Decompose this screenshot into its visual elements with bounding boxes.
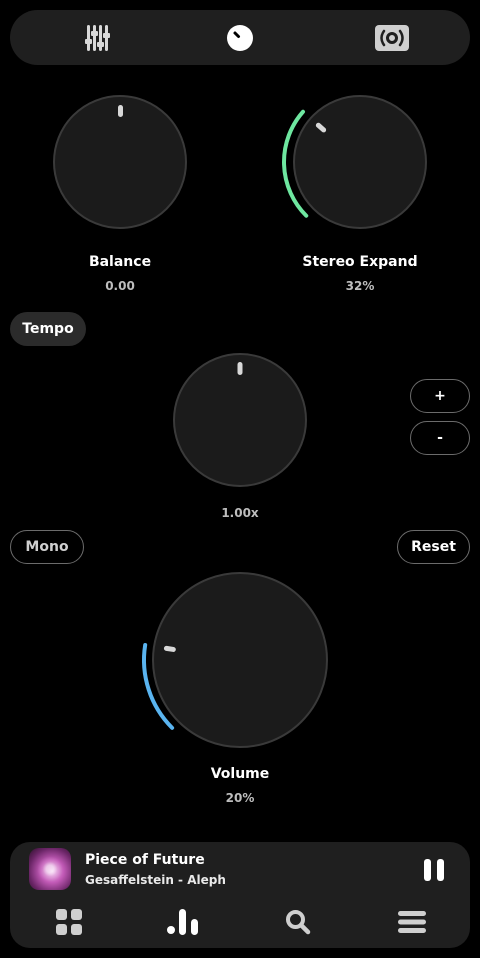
search-icon [286, 910, 311, 935]
album-art[interactable] [29, 848, 71, 890]
nav-search[interactable] [278, 906, 318, 938]
tempo-value: 1.00x [221, 506, 259, 520]
tempo-plus-button[interactable]: + [410, 379, 470, 413]
song-title[interactable]: Piece of Future [85, 852, 205, 868]
now-playing-bar: Piece of Future Gesaffelstein - Aleph [10, 842, 470, 948]
top-tab-bar [10, 10, 470, 65]
menu-icon [398, 911, 426, 933]
balance-knob[interactable] [52, 94, 188, 230]
pause-bar-right [437, 859, 444, 881]
tab-knob[interactable] [205, 10, 275, 65]
song-artist[interactable]: Gesaffelstein - Aleph [85, 873, 226, 887]
reset-button[interactable]: Reset [397, 530, 470, 564]
grid-icon [56, 909, 82, 935]
nav-audio-effects[interactable] [163, 906, 203, 938]
tempo-minus-button[interactable]: - [410, 421, 470, 455]
tempo-knob[interactable] [172, 352, 308, 488]
balance-title: Balance [88, 254, 152, 270]
stereo-expand-title: Stereo Expand [302, 254, 418, 270]
tempo-indicator [237, 362, 243, 375]
stereo-expand-knob[interactable] [282, 94, 428, 230]
stereo-expand-value: 32% [345, 279, 375, 293]
mono-button[interactable]: Mono [10, 530, 84, 564]
sliders-icon [85, 24, 110, 51]
balance-value: 0.00 [105, 279, 135, 293]
volume-title: Volume [210, 766, 270, 782]
volume-knob[interactable] [142, 570, 330, 750]
pause-bar-left [424, 859, 431, 881]
tempo-button[interactable]: Tempo [10, 312, 86, 346]
knob-icon [227, 24, 253, 51]
nav-home[interactable] [49, 906, 89, 938]
nav-menu[interactable] [392, 906, 432, 938]
pause-button[interactable] [424, 859, 444, 881]
tab-surround[interactable] [357, 10, 427, 65]
tab-equalizer[interactable] [63, 10, 133, 65]
surround-icon [375, 24, 409, 51]
volume-value: 20% [225, 791, 255, 805]
balance-indicator [118, 105, 123, 117]
bars-icon [167, 909, 198, 935]
